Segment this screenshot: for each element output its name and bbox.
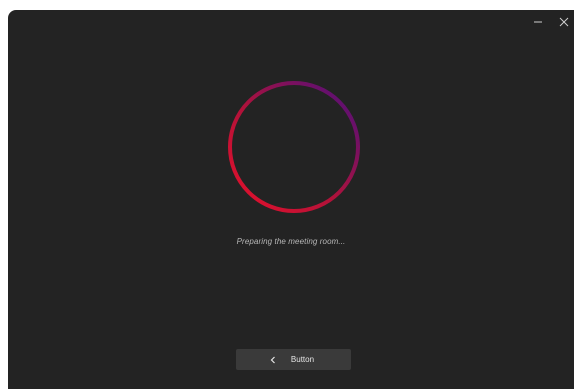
back-button[interactable]: Button (236, 349, 351, 370)
back-button-label: Button (290, 355, 315, 364)
loading-ring (228, 81, 360, 213)
loading-status-text: Preparing the meeting room... (236, 237, 346, 246)
app-window: Preparing the meeting room... Button (8, 10, 574, 389)
chevron-left-icon (269, 356, 277, 364)
minimize-icon (534, 21, 542, 23)
close-button[interactable] (554, 12, 574, 32)
minimize-button[interactable] (528, 12, 548, 32)
close-icon (559, 17, 569, 27)
